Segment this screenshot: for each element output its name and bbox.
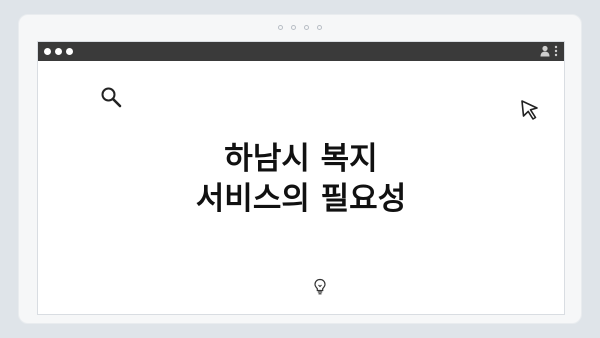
window-control-maximize[interactable] (66, 48, 73, 55)
window-control-minimize[interactable] (55, 48, 62, 55)
user-icon[interactable] (540, 45, 550, 57)
frame-dot (291, 25, 296, 30)
lightbulb-icon (313, 278, 327, 300)
frame-dot (304, 25, 309, 30)
browser-window: 하남시 복지 서비스의 필요성 (37, 41, 565, 315)
cursor-arrow-icon (520, 99, 540, 125)
headline-line-1: 하남시 복지 (224, 141, 378, 177)
window-content: 하남시 복지 서비스의 필요성 (38, 61, 564, 316)
headline-line-2: 서비스의 필요성 (195, 181, 407, 217)
kebab-menu-icon[interactable] (554, 45, 558, 57)
search-icon[interactable] (100, 86, 122, 112)
titlebar-actions (540, 45, 558, 57)
window-titlebar (38, 42, 564, 61)
page-headline: 하남시 복지 서비스의 필요성 (38, 139, 564, 219)
frame-dots (278, 25, 322, 30)
window-controls (44, 48, 73, 55)
frame-dot (317, 25, 322, 30)
outer-frame: 하남시 복지 서비스의 필요성 (18, 14, 582, 324)
frame-dot (278, 25, 283, 30)
window-control-close[interactable] (44, 48, 51, 55)
